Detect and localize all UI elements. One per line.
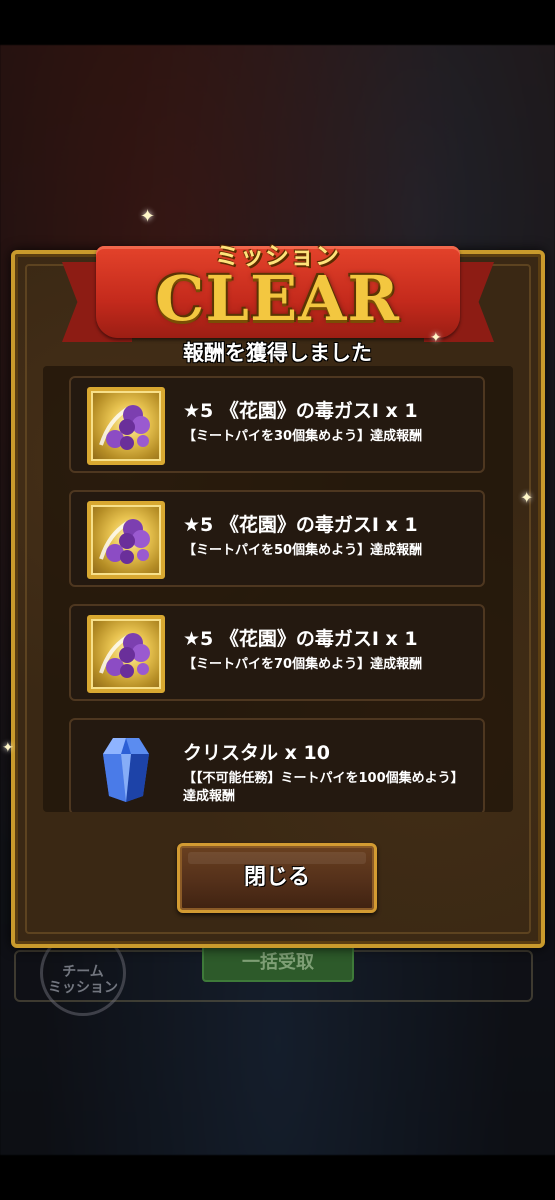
close-button-label: 閉じる: [243, 865, 310, 890]
sparkle-icon: ✦: [2, 740, 14, 756]
reward-description: 【ミートパイを30個集めよう】達成報酬: [183, 429, 423, 444]
sparkle-icon: ✦: [140, 206, 156, 227]
reward-title: ★5 《花園》の毒ガスⅠ x 1: [183, 514, 418, 536]
team-mission-label: チーム ミッション: [38, 964, 128, 1014]
reward-item: ★5 《花園》の毒ガスⅠ x 1 【ミートパイを50個集めよう】達成報酬: [69, 490, 485, 587]
sparkle-icon: ✦: [430, 330, 442, 346]
bulk-receive-label: 一括受取: [242, 952, 314, 973]
reward-title: ★5 《花園》の毒ガスⅠ x 1: [183, 628, 418, 650]
clear-title: CLEAR: [155, 262, 400, 335]
button-shine: [188, 852, 366, 864]
reward-item: ★5 《花園》の毒ガスⅠ x 1 【ミートパイを30個集めよう】達成報酬: [69, 376, 485, 473]
poison-gas-icon: [87, 501, 165, 579]
team-mission-text: チーム ミッション: [48, 964, 118, 996]
reward-description: 【ミートパイを50個集めよう】達成報酬: [183, 543, 423, 558]
reward-title: ★5 《花園》の毒ガスⅠ x 1: [183, 400, 418, 422]
bulk-receive-button: 一括受取: [202, 944, 354, 982]
reward-list[interactable]: ★5 《花園》の毒ガスⅠ x 1 【ミートパイを30個集めよう】達成報酬 ★5 …: [43, 366, 513, 812]
close-button[interactable]: 閉じる: [177, 843, 377, 913]
poison-gas-icon: [87, 615, 165, 693]
poison-gas-icon: [87, 387, 165, 465]
reward-item: クリスタル x 10 【【不可能任務】ミートパイを100個集めよう】達成報酬: [69, 718, 485, 812]
crystal-icon: [103, 738, 149, 802]
reward-description: 【ミートパイを70個集めよう】達成報酬: [183, 657, 423, 672]
reward-description: 【【不可能任務】ミートパイを100個集めよう】達成報酬: [183, 771, 464, 804]
reward-title: クリスタル x 10: [183, 742, 330, 764]
reward-item: ★5 《花園》の毒ガスⅠ x 1 【ミートパイを70個集めよう】達成報酬: [69, 604, 485, 701]
dialog-subtitle: 報酬を獲得しました: [183, 341, 372, 365]
sparkle-icon: ✦: [520, 488, 534, 507]
